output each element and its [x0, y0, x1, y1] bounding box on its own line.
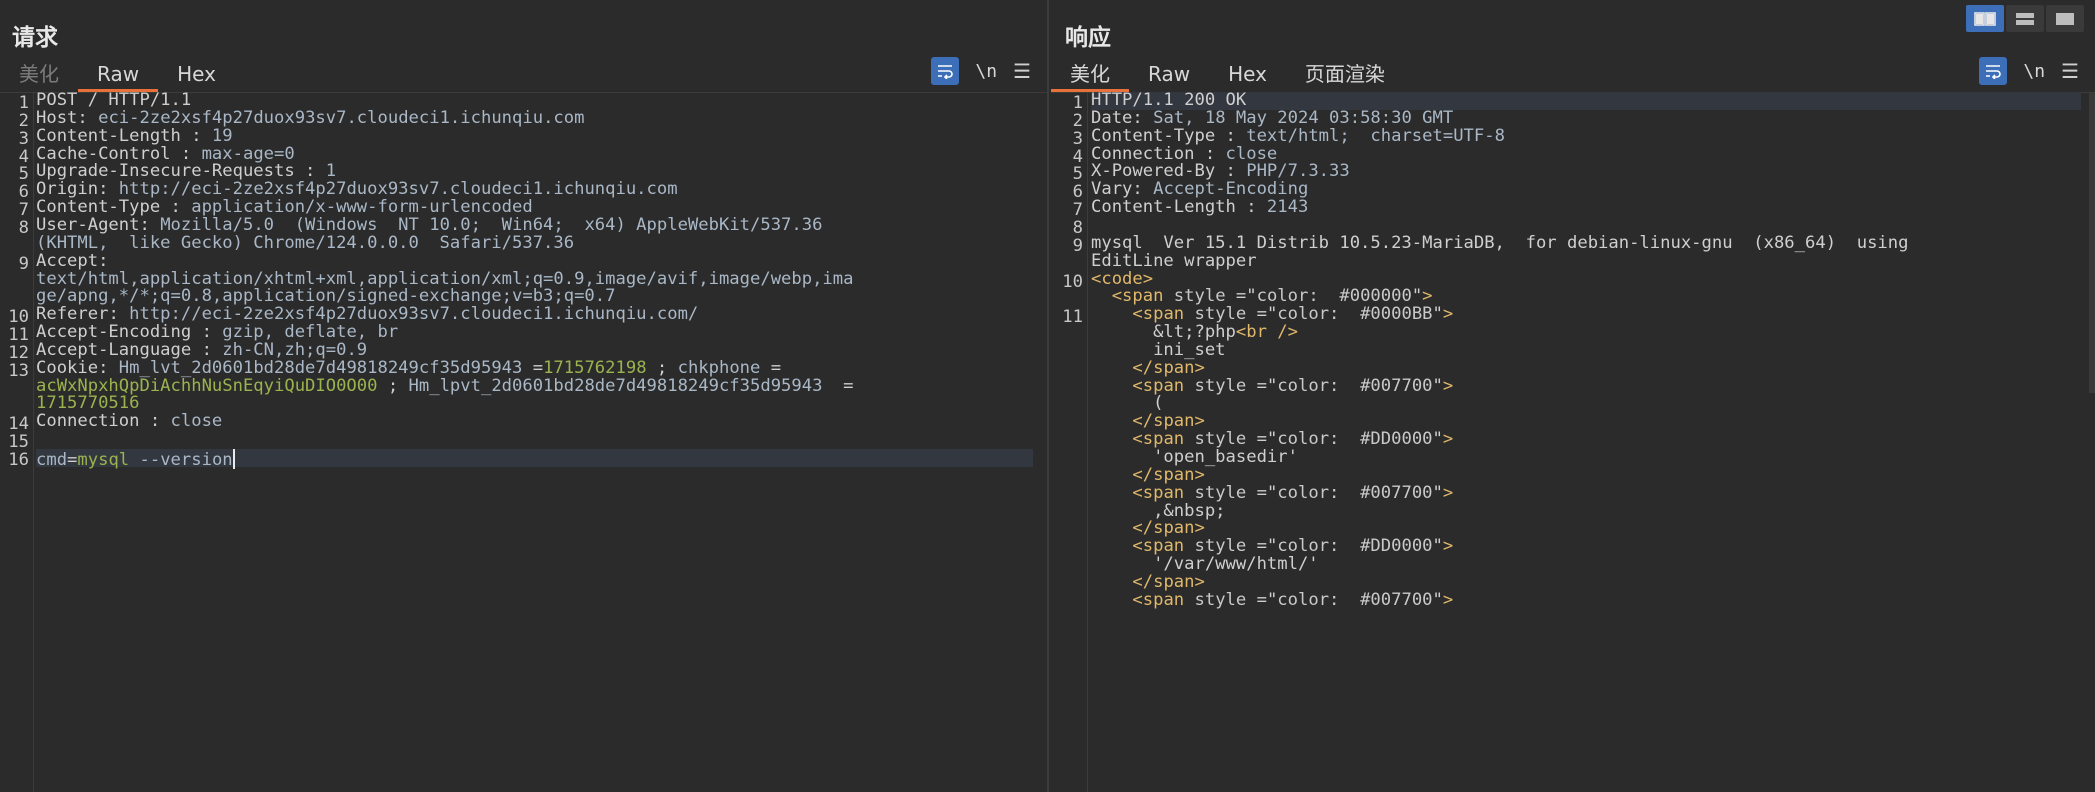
hamburger-menu-icon[interactable]: ☰ [1013, 59, 1031, 83]
line-gutter: 1 2 3 4 5 6 7 8 9 10 11 12 13 14 15 16 [0, 93, 34, 792]
code-token: : [139, 411, 171, 432]
code-token: ; [377, 375, 409, 396]
request-title: 请求 [12, 25, 58, 51]
request-editor[interactable]: 1 2 3 4 5 6 7 8 9 10 11 12 13 14 15 16 POST / HTTP/1.1 H… [0, 91, 1047, 792]
code-line: acWxNpxhQpDiAchhNuSnEqyiQuDIO0O00 ; Hm_l… [36, 375, 854, 396]
line-number: 10 [1062, 271, 1083, 292]
code-token: color: #0000BB [1277, 304, 1433, 325]
code-token: (KHTML, like Gecko) Chrome/124.0.0.0 Saf… [36, 232, 575, 253]
code-token: = [822, 375, 854, 396]
word-wrap-icon[interactable] [1979, 57, 2008, 85]
response-toolbar: \n ☰ [1979, 56, 2079, 86]
code-token: color: #007700 [1277, 375, 1433, 396]
code-token: > [1442, 304, 1454, 325]
tab-hex[interactable]: Hex [1209, 56, 1286, 92]
code-token: style [1184, 589, 1247, 610]
tab-页面渲染[interactable]: 页面渲染 [1286, 56, 1404, 92]
code-token: color: #007700 [1277, 589, 1433, 610]
code-token: " [1432, 536, 1443, 557]
code-line: cmd=mysql --version [36, 449, 1033, 470]
response-title: 响应 [1065, 25, 1111, 51]
layout-switch [1966, 5, 2084, 32]
line-number: 16 [8, 450, 29, 470]
code-token: " [1432, 304, 1443, 325]
response-pane: 响应 美化 Raw Hex 页面渲染 \n ☰ 1 2 3 4 5 6 7 8 9 10 11 HTTP/… [1051, 0, 2095, 792]
tab-raw[interactable]: Raw [78, 56, 159, 92]
line-number: 9 [1072, 235, 1083, 256]
request-tabs: 美化 Raw Hex [0, 56, 235, 92]
code-token: : [1235, 197, 1267, 218]
request-pane: 请求 美化 Raw Hex \n ☰ 1 2 3 4 5 6 7 8 9 10 11 12 13 14 15 16… [0, 0, 1049, 792]
code-line: Connection : close [36, 411, 223, 432]
code-token: > [1442, 375, 1454, 396]
code-token: = [67, 450, 78, 470]
tab-美化[interactable]: 美化 [1051, 56, 1129, 92]
code-token: mysql [77, 450, 130, 470]
code-token: > [1442, 429, 1454, 450]
newline-toggle[interactable]: \n [2023, 61, 2045, 82]
code-token: > [1442, 589, 1454, 610]
tab-美化[interactable]: 美化 [0, 56, 78, 92]
code-token: --version [129, 450, 233, 470]
request-toolbar: \n ☰ [931, 56, 1031, 86]
code-line: <span style ="color: #007700"> [1091, 589, 1454, 610]
line-gutter: 1 2 3 4 5 6 7 8 9 10 11 [1051, 93, 1088, 792]
line-number: 11 [1062, 307, 1083, 328]
code-token: " [1432, 482, 1443, 503]
layout-side-by-side-icon[interactable] [1966, 5, 2004, 32]
code-token: > [1442, 536, 1454, 557]
code-token: style [1184, 375, 1247, 396]
response-scrollbar[interactable] [2089, 93, 2095, 393]
code-token: color: #DD0000 [1277, 429, 1433, 450]
code-token: close [170, 411, 223, 432]
code-token: " [1432, 429, 1443, 450]
code-token: " [1432, 375, 1443, 396]
code-token: text/html; charset=UTF-8 [1246, 125, 1505, 146]
code-token: color: #007700 [1277, 482, 1433, 503]
newline-toggle[interactable]: \n [975, 61, 997, 82]
code-token: cmd [36, 450, 68, 470]
code-token: =" [1246, 589, 1278, 610]
code-token: Connection [36, 411, 140, 432]
code-line: (KHTML, like Gecko) Chrome/124.0.0.0 Saf… [36, 232, 575, 253]
code-token: <span [1132, 589, 1185, 610]
code-token: > [1442, 482, 1454, 503]
layout-single-icon[interactable] [2046, 5, 2084, 32]
code-token: 2143 [1266, 197, 1309, 218]
code-token: =" [1246, 375, 1278, 396]
code-token: " [1432, 589, 1443, 610]
code-token: <br /> [1235, 322, 1298, 343]
response-editor[interactable]: 1 2 3 4 5 6 7 8 9 10 11 HTTP/1.1 200 OK Date: Sat, … [1051, 91, 2095, 792]
code-token: =" [1246, 482, 1278, 503]
hamburger-menu-icon[interactable]: ☰ [2061, 59, 2079, 83]
layout-stacked-icon[interactable] [2006, 5, 2044, 32]
line-number: 8 [18, 217, 29, 238]
response-tabs: 美化 Raw Hex 页面渲染 [1051, 56, 1404, 92]
tab-hex[interactable]: Hex [158, 56, 235, 92]
code-line: Content-Length : 2143 [1091, 197, 1309, 218]
text-cursor [232, 449, 235, 469]
word-wrap-icon[interactable] [931, 57, 960, 85]
code-token: Content-Length [1091, 197, 1236, 218]
code-token: Hm_lpvt_2d0601bd28de7d49818249cf35d95943 [408, 375, 823, 396]
line-number: 9 [18, 253, 29, 274]
line-number: 13 [8, 360, 29, 381]
tab-raw[interactable]: Raw [1129, 56, 1209, 92]
